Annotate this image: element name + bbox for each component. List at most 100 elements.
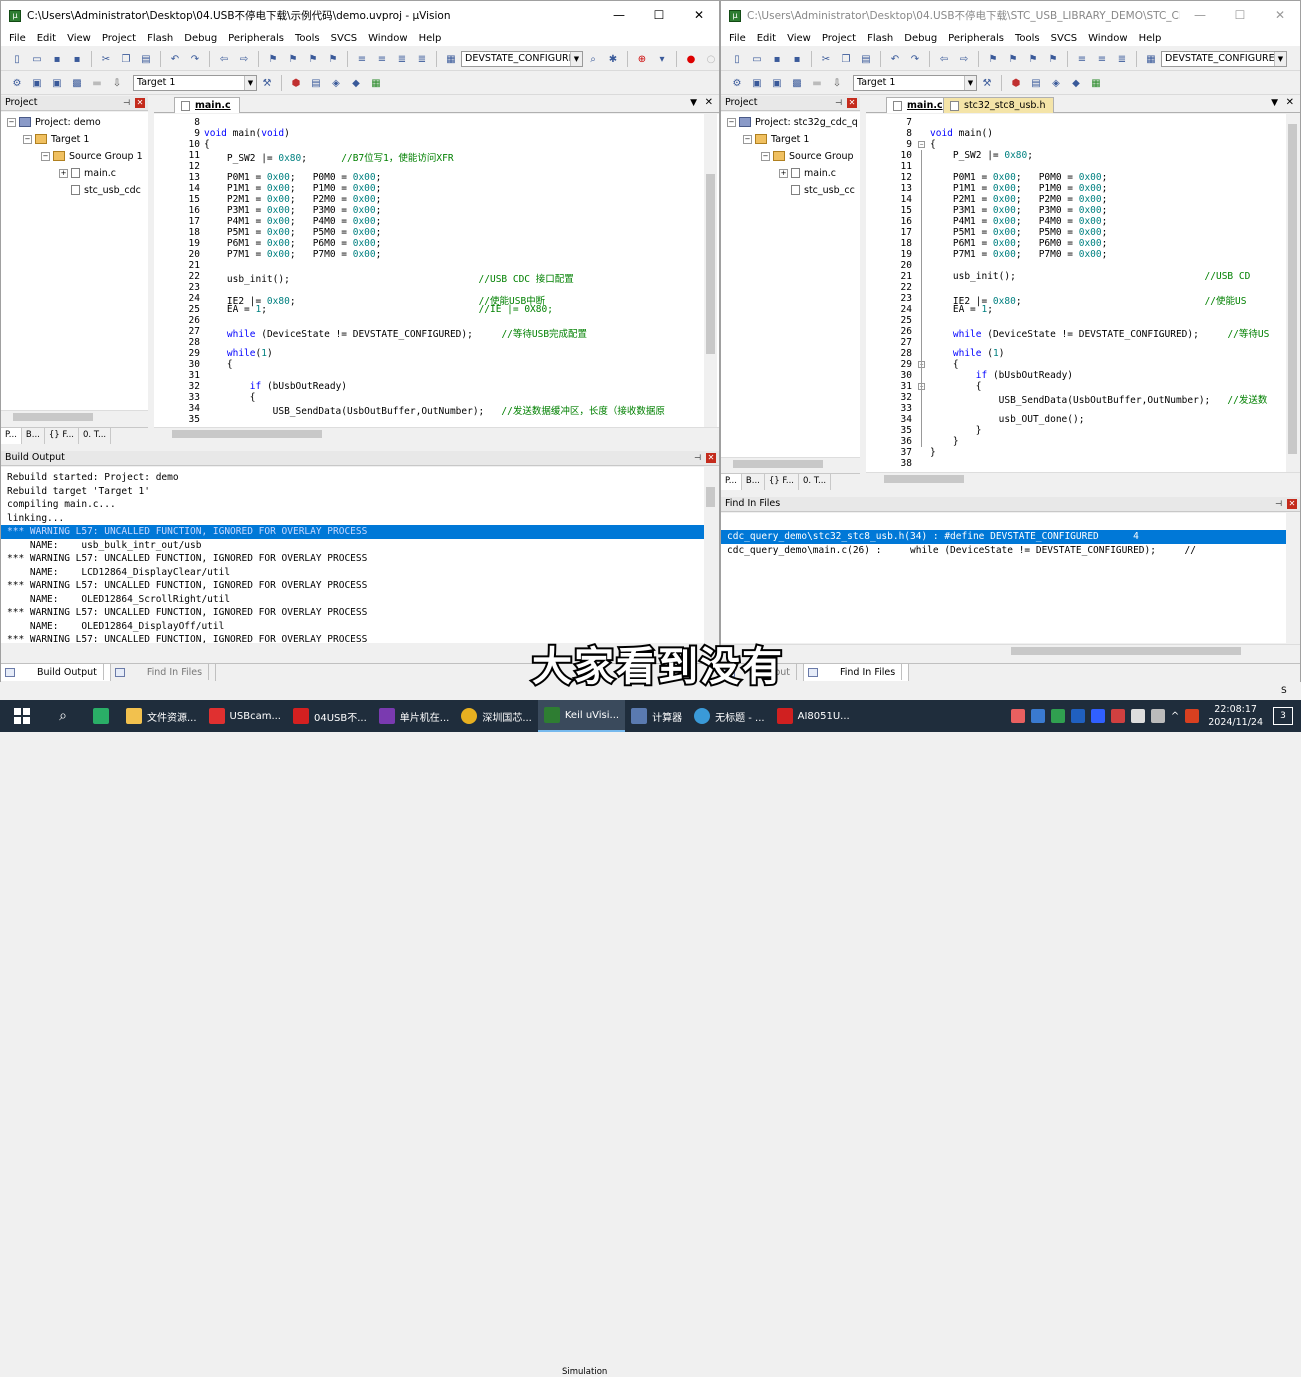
taskbar-app-paint[interactable]: 无标题 - ... <box>688 700 771 732</box>
editor-vscroll[interactable] <box>704 114 717 427</box>
indent-icon[interactable]: ≡ <box>355 52 369 66</box>
select-pack-icon[interactable]: ◈ <box>329 76 343 90</box>
build-output-line[interactable]: *** WARNING L57: UNCALLED FUNCTION, IGNO… <box>1 552 704 566</box>
file-extensions-icon[interactable]: ▤ <box>309 76 323 90</box>
open-folder-icon[interactable]: ▭ <box>750 52 764 66</box>
prev-bookmark-icon[interactable]: ⚑ <box>1006 52 1020 66</box>
tab-books[interactable]: B... <box>22 428 45 444</box>
find-hscroll[interactable] <box>721 644 1300 658</box>
pin-icon[interactable]: ⊣ <box>123 96 130 110</box>
build-output-line[interactable]: *** WARNING L57: UNCALLED FUNCTION, IGNO… <box>1 579 704 593</box>
tab-project[interactable]: P... <box>1 428 22 444</box>
comment-icon[interactable]: ≣ <box>395 52 409 66</box>
find-result-row[interactable]: cdc_query_demo\main.c(26) : while (Devic… <box>721 544 1286 558</box>
menu-tools[interactable]: Tools <box>1015 33 1040 44</box>
download-icon[interactable]: ⇩ <box>110 76 124 90</box>
project-hscroll[interactable] <box>1 410 148 422</box>
tree-source-group-node[interactable]: − Source Group <box>761 149 854 163</box>
rebuild-icon[interactable]: ▣ <box>50 76 64 90</box>
menu-edit[interactable]: Edit <box>757 33 776 44</box>
editor-tab-usb-header[interactable]: stc32_stc8_usb.h <box>943 97 1055 113</box>
project-hscroll[interactable] <box>721 457 860 469</box>
find-result-row[interactable]: cdc_query_demo\stc32_stc8_usb.h(34) : #d… <box>721 530 1286 544</box>
build-output-line[interactable]: *** WARNING L57: UNCALLED FUNCTION, IGNO… <box>1 633 704 643</box>
new-file-icon[interactable]: ▯ <box>10 52 24 66</box>
menu-view[interactable]: View <box>67 33 91 44</box>
cut-icon[interactable]: ✂ <box>819 52 833 66</box>
menu-flash[interactable]: Flash <box>867 33 893 44</box>
close-tab-icon[interactable]: ✕ <box>705 97 713 108</box>
rebuild-icon[interactable]: ▣ <box>770 76 784 90</box>
save-all-icon[interactable]: ▪ <box>790 52 804 66</box>
bookmark-icon[interactable]: ⚑ <box>266 52 280 66</box>
build-output-line[interactable]: NAME: OLED12864_ScrollRight/util <box>1 593 704 607</box>
editor-hscroll[interactable] <box>866 472 1300 486</box>
next-bookmark-icon[interactable]: ⚑ <box>306 52 320 66</box>
unindent-icon[interactable]: ≡ <box>375 52 389 66</box>
close-panel-icon[interactable]: ✕ <box>847 98 857 108</box>
unindent-icon[interactable]: ≡ <box>1095 52 1109 66</box>
target-select[interactable]: Target 1 ▼ <box>133 75 257 91</box>
find-in-files-icon[interactable]: ▦ <box>444 52 458 66</box>
search-button[interactable]: ⌕ <box>44 700 82 732</box>
tree-target-node[interactable]: − Target 1 <box>743 132 809 146</box>
batch-build-icon[interactable]: ▩ <box>70 76 84 90</box>
taskbar-app-calculator[interactable]: 计算器 <box>625 700 688 732</box>
maximize-button[interactable]: ☐ <box>639 1 679 30</box>
menu-svcs[interactable]: SVCS <box>331 33 358 44</box>
tab-find-in-files[interactable]: Find In Files <box>111 664 217 681</box>
save-all-icon[interactable]: ▪ <box>70 52 84 66</box>
tree-source-group-node[interactable]: − Source Group 1 <box>41 149 143 163</box>
build-output-pane[interactable]: Rebuild started: Project: demo Rebuild ta… <box>1 467 704 643</box>
menu-file[interactable]: File <box>729 33 746 44</box>
save-icon[interactable]: ▪ <box>50 52 64 66</box>
build-output-line[interactable]: *** WARNING L57: UNCALLED FUNCTION, IGNO… <box>1 606 704 620</box>
taskbar-app-pdf[interactable]: AI8051U... <box>771 700 856 732</box>
tray-app-icon[interactable] <box>1030 709 1045 723</box>
pack-installer-icon[interactable]: ▦ <box>1089 76 1103 90</box>
find-results-pane[interactable]: cdc_query_demo\stc32_stc8_usb.h(34) : #d… <box>721 513 1286 643</box>
open-folder-icon[interactable]: ▭ <box>30 52 44 66</box>
disable-breakpoint-icon[interactable]: ○ <box>704 52 718 66</box>
taskbar-app-keil[interactable]: Keil uVisi... <box>537 700 626 732</box>
menu-peripherals[interactable]: Peripherals <box>228 33 284 44</box>
target-select[interactable]: Target 1 ▼ <box>853 75 977 91</box>
tab-list-icon[interactable]: ▼ <box>690 98 697 108</box>
copy-icon[interactable]: ❐ <box>839 52 853 66</box>
build-output-line[interactable]: NAME: OLED12864_DisplayOff/util <box>1 620 704 634</box>
nav-forward-icon[interactable]: ⇨ <box>957 52 971 66</box>
undo-icon[interactable]: ↶ <box>888 52 902 66</box>
menu-project[interactable]: Project <box>822 33 856 44</box>
tree-project-node[interactable]: − Project: demo <box>7 115 101 129</box>
rte-icon[interactable]: ◆ <box>349 76 363 90</box>
code-editor-right[interactable]: 7 8 9 10 11 12 13 14 15 16 17 18 19 20 21 22 23 24 25 26 27 2… <box>866 114 1286 472</box>
maximize-button[interactable]: ☐ <box>1220 1 1260 30</box>
find-icon[interactable]: ⌕ <box>586 52 600 66</box>
build-output-line[interactable]: Rebuild target 'Target 1' <box>1 485 704 499</box>
menu-edit[interactable]: Edit <box>37 33 56 44</box>
build-output-line[interactable]: NAME: LCD12864_DisplayClear/util <box>1 566 704 580</box>
taskbar-app-explorer[interactable]: 文件资源... <box>120 700 203 732</box>
redo-icon[interactable]: ↷ <box>908 52 922 66</box>
menu-file[interactable]: File <box>9 33 26 44</box>
close-panel-icon[interactable]: ✕ <box>135 98 145 108</box>
debug-search-icon[interactable]: ⊕ <box>635 52 649 66</box>
tray-app-icon[interactable] <box>1050 709 1065 723</box>
find-combo[interactable]: DEVSTATE_CONFIGURED ▼ <box>461 51 583 67</box>
tree-file-stc-usb[interactable]: stc_usb_cdc <box>71 183 141 197</box>
prev-bookmark-icon[interactable]: ⚑ <box>286 52 300 66</box>
uncomment-icon[interactable]: ≣ <box>415 52 429 66</box>
stop-build-icon[interactable]: ▬ <box>90 76 104 90</box>
minimize-button[interactable]: — <box>599 1 639 30</box>
tab-templates[interactable]: 0. T... <box>799 474 832 490</box>
undo-icon[interactable]: ↶ <box>168 52 182 66</box>
close-tab-icon[interactable]: ✕ <box>1286 97 1294 108</box>
nav-back-icon[interactable]: ⇦ <box>937 52 951 66</box>
menu-project[interactable]: Project <box>102 33 136 44</box>
target-options-icon[interactable]: ⚒ <box>980 76 994 90</box>
next-bookmark-icon[interactable]: ⚑ <box>1026 52 1040 66</box>
paste-icon[interactable]: ▤ <box>859 52 873 66</box>
keyboard-icon[interactable] <box>1130 709 1145 723</box>
menu-help[interactable]: Help <box>1139 33 1162 44</box>
volume-icon[interactable] <box>1150 709 1165 723</box>
